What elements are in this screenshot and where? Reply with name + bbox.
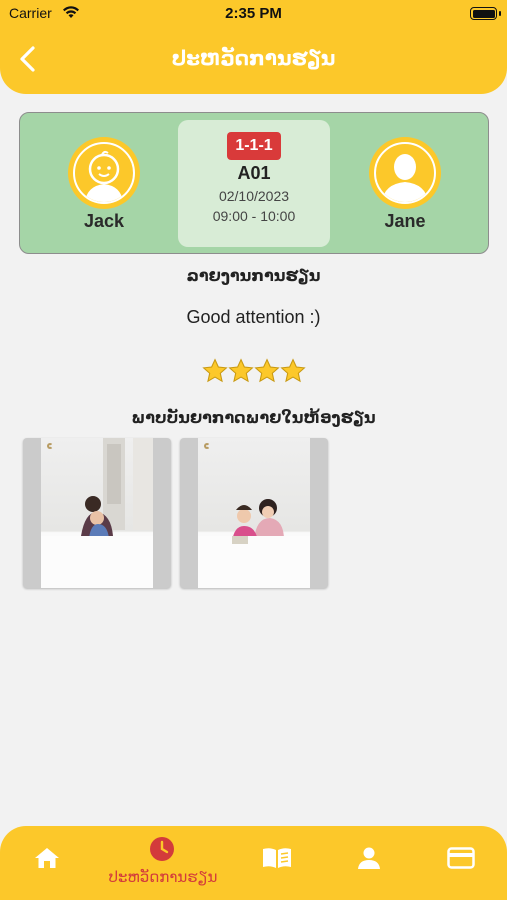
session-time: 09:00 - 10:00: [212, 208, 296, 224]
header-bar: Carrier 2:35 PM ປະຫວັດການຮຽນ: [0, 0, 507, 94]
baby-face-icon: [73, 142, 135, 204]
photos-heading: ພາບບັນຍາກາດພາຍໃນຫ້ອງຮຽນ: [131, 408, 376, 427]
tab-history[interactable]: ປະຫວັດການຮຽນ: [109, 826, 217, 900]
student-profile: Jack: [54, 137, 154, 232]
star-icon: [201, 358, 228, 383]
teacher-name: Jane: [384, 211, 426, 231]
loading-indicator-icon: [47, 443, 53, 449]
photo-image: [198, 438, 310, 588]
class-photo[interactable]: [180, 438, 328, 588]
battery-icon: [470, 7, 501, 20]
star-icon: [227, 358, 254, 383]
star-icon: [253, 358, 280, 383]
bottom-tab-bar: ປະຫວັດການຮຽນ: [0, 826, 507, 900]
loading-indicator-icon: [204, 443, 210, 449]
report-comment: Good attention :): [186, 307, 321, 327]
tab-history-label: ປະຫວັດການຮຽນ: [108, 868, 218, 886]
status-bar: Carrier 2:35 PM: [0, 0, 507, 28]
room-label: A01: [237, 163, 271, 183]
session-date: 02/10/2023: [218, 188, 290, 204]
photo-image: [41, 438, 153, 588]
session-card: Jack 1-1-1 A01 02/10/2023 09:00 - 10:00 …: [19, 112, 489, 254]
book-icon: [263, 848, 291, 868]
class-photo[interactable]: [23, 438, 171, 588]
tab-profile[interactable]: [352, 826, 386, 900]
tab-payment[interactable]: [442, 826, 480, 900]
credit-card-icon: [447, 847, 475, 869]
rating-stars: [0, 358, 507, 390]
teacher-profile: Jane: [355, 137, 455, 232]
tab-courses[interactable]: [258, 826, 296, 900]
page-title: ປະຫວັດການຮຽນ: [171, 46, 336, 70]
student-avatar: [68, 137, 140, 209]
clock-icon: [150, 837, 174, 861]
tab-home[interactable]: [30, 826, 64, 900]
report-heading: ລາຍງານການຮຽນ: [186, 266, 321, 285]
home-icon: [35, 848, 59, 868]
student-name: Jack: [83, 211, 125, 231]
star-icon: [279, 358, 306, 383]
class-type-badge: 1-1-1: [227, 132, 281, 160]
profile-icon: [358, 847, 380, 869]
clock-time: 2:35 PM: [225, 5, 282, 22]
person-silhouette-icon: [374, 142, 436, 204]
session-info: 1-1-1 A01 02/10/2023 09:00 - 10:00: [178, 120, 330, 247]
teacher-avatar: [369, 137, 441, 209]
